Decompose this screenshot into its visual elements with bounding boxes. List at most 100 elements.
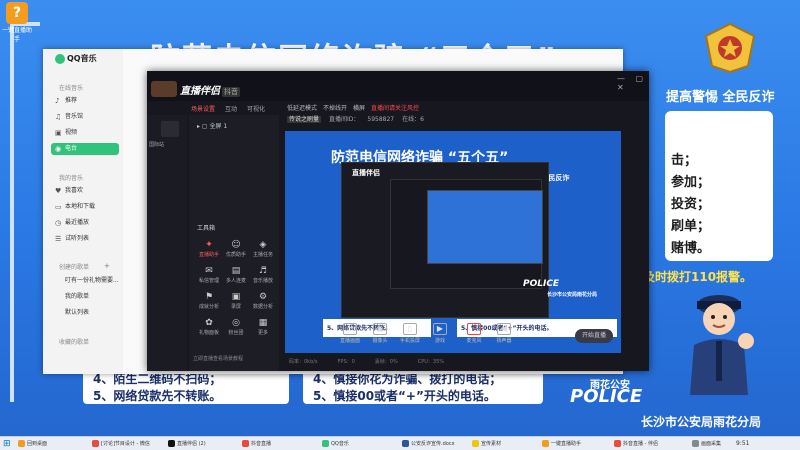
live-toolbar: 低延迟模式 不掉线开 横屏 直播间请关注风控 <box>287 103 425 112</box>
tool-quality-assistant[interactable]: ☺ 优质助手 <box>224 239 248 261</box>
sidebar-item-recommend[interactable]: ♪ 推荐 <box>51 95 119 107</box>
taskbar-item[interactable]: 宣传素材 <box>470 438 536 450</box>
sidebar-item-label: 最近播放 <box>65 219 90 226</box>
taskbar: ⊞ 9:51 回到桌面 [讨论]节目设计 - 微信 直播伴侣 (2) 抖音直播 QQ音乐… <box>0 436 800 450</box>
action-screen[interactable]: ▭ 直播画面 <box>337 323 363 344</box>
playlist-item[interactable]: 叮有一份礼物需要... <box>51 275 119 287</box>
start-live-button[interactable]: 开始直播 <box>575 329 613 343</box>
sidebar-item-label: 试听列表 <box>65 235 90 242</box>
tool-anchor-task[interactable]: ◈ 主播任务 <box>251 239 275 261</box>
app-icon <box>614 440 621 447</box>
room-info: 传说之刷量 直播间ID： 5958827 在线：6 <box>287 114 432 123</box>
speaker-icon: ◀ <box>497 323 511 335</box>
gear-icon: ⚙ <box>258 292 268 302</box>
taskbar-item[interactable]: [讨论]节目设计 - 微信 <box>90 438 162 450</box>
section-mine: 我的音乐 <box>59 175 84 182</box>
taskbar-item[interactable]: 画面采集 <box>690 438 734 450</box>
window-controls[interactable]: — ▢ ✕ <box>617 74 649 92</box>
wallpaper-slogan: 提高警惕 全民反诈 <box>666 90 775 105</box>
smile-icon: ☺ <box>231 240 241 250</box>
video-icon: ▣ <box>55 129 62 137</box>
sidebar-item-video[interactable]: ▣ 视频 <box>51 127 119 139</box>
action-phone-cast[interactable]: ▯ 手机投屏 <box>397 323 423 344</box>
preview-police: POLICE <box>523 279 560 289</box>
sidebar-item-liked[interactable]: ♥ 我喜欢 <box>51 185 119 197</box>
left-tabs: 场景设置 互动 可视化 <box>191 104 275 113</box>
action-label: 直播画面 <box>339 338 360 344</box>
preview-nested-window: 直播伴侣 <box>341 162 549 318</box>
tool-label: 成就分析 <box>198 304 219 310</box>
add-playlist-icon[interactable]: + <box>104 262 110 270</box>
toolbar-keep-online[interactable]: 不掉线开 <box>323 105 347 112</box>
tool-data[interactable]: ⚙ 数据分析 <box>251 291 275 313</box>
playlist-label: 叮有一份礼物需要... <box>65 277 119 284</box>
card-line: 击； <box>671 153 698 168</box>
app-icon <box>242 440 249 447</box>
action-microphone[interactable]: ♪ 麦克风 <box>461 323 487 344</box>
tool-music[interactable]: ♬ 音乐播放 <box>251 265 275 287</box>
sidebar-item-radio[interactable]: ◉ 电台 <box>51 143 119 155</box>
live-brand-badge: 抖音 <box>222 87 240 97</box>
flag-icon: ⚑ <box>204 292 214 302</box>
taskbar-item[interactable]: QQ音乐 <box>320 438 396 450</box>
streamer-avatar[interactable] <box>151 81 177 97</box>
qqmusic-logo-icon <box>55 53 65 64</box>
tool-label: 多人连麦 <box>225 278 246 284</box>
nested-caption: 直播伴侣 <box>352 169 380 177</box>
clock[interactable]: 9:51 <box>736 438 749 450</box>
taskbar-item[interactable]: 回到桌面 <box>16 438 86 450</box>
taskbar-item[interactable]: 公安反诈宣传.docx <box>400 438 466 450</box>
tab-visual[interactable]: 可视化 <box>247 106 265 113</box>
sidebar-item-music-hall[interactable]: ♫ 音乐馆 <box>51 111 119 123</box>
rail-avatar[interactable] <box>161 121 179 137</box>
online-count: 在线：6 <box>402 116 424 123</box>
sidebar-item-label: 我喜欢 <box>65 187 84 194</box>
action-camera[interactable]: ◉ 摄像头 <box>367 323 393 344</box>
tool-record[interactable]: ▣ 录屏 <box>224 291 248 313</box>
tool-label: 录屏 <box>230 304 241 310</box>
sidebar-item-label: 视频 <box>65 129 78 136</box>
taskbar-item[interactable]: 一键直播助手 <box>540 438 608 450</box>
tool-label: 数据分析 <box>252 304 273 310</box>
wallpaper-frame <box>10 22 40 402</box>
sidebar-item-recent[interactable]: ◷ 最近播放 <box>51 217 119 229</box>
qqmusic-sidebar: QQ音乐 在线音乐 ♪ 推荐 ♫ 音乐馆 ▣ 视频 ◉ 电台 我的音乐 ♥ 我喜欢 ▭ 本地… <box>43 49 123 374</box>
taskbar-item-label: 直播伴侣 (2) <box>177 441 206 447</box>
taskbar-item[interactable]: 抖音直播 - 伴侣 <box>612 438 686 450</box>
playlist-item[interactable]: 默认列表 <box>51 307 119 319</box>
sidebar-item-trial[interactable]: ☰ 试听列表 <box>51 233 119 245</box>
scene-tutorial-link[interactable]: 立即直播查看场景教程 <box>193 355 243 362</box>
tab-interact[interactable]: 互动 <box>225 106 237 113</box>
tool-achievement[interactable]: ⚑ 成就分析 <box>197 291 221 313</box>
toolbar-low-latency[interactable]: 低延迟模式 <box>287 105 317 112</box>
sidebar-item-local[interactable]: ▭ 本地和下载 <box>51 201 119 213</box>
scene-item[interactable]: ▸ ▢ 全屏 1 <box>197 121 227 130</box>
desktop-icon-live-helper[interactable]: ? 一键直播助手 <box>2 2 32 43</box>
preview-nested-window-2 <box>390 179 543 289</box>
more-icon: ▦ <box>258 318 268 328</box>
tool-multi-mic[interactable]: ▤ 多人连麦 <box>224 265 248 287</box>
tab-scene[interactable]: 场景设置 <box>191 106 215 113</box>
toolbar-landscape[interactable]: 横屏 <box>353 105 365 112</box>
action-label: 摄像头 <box>372 338 388 344</box>
computer-icon: ▭ <box>55 203 62 211</box>
room-title[interactable]: 传说之刷量 <box>287 116 322 123</box>
microphone-icon: ♪ <box>467 323 481 335</box>
section-favorited: 收藏的歌单 <box>59 339 90 346</box>
start-icon[interactable]: ⊞ <box>3 439 13 449</box>
taskbar-item[interactable]: 抖音直播 <box>240 438 316 450</box>
action-speaker[interactable]: ◀ 扬声器 <box>491 323 517 344</box>
playlist-item[interactable]: 我的歌单 <box>51 291 119 303</box>
tool-more[interactable]: ▦ 更多 <box>251 317 275 339</box>
action-label: 麦克风 <box>466 338 482 344</box>
tool-live-assistant[interactable]: ✦ 直播助手 <box>197 239 221 261</box>
tool-dm[interactable]: ✉ 私信管理 <box>197 265 221 287</box>
room-rail <box>147 115 187 371</box>
music-icon: ♬ <box>258 266 268 276</box>
tool-gift[interactable]: ✿ 礼物面板 <box>197 317 221 339</box>
tool-fans[interactable]: ◎ 粉丝团 <box>224 317 248 339</box>
action-game[interactable]: ▶ 游戏 <box>427 323 453 344</box>
card-line: 赌博。 <box>671 241 711 256</box>
section-online: 在线音乐 <box>59 85 84 92</box>
taskbar-item[interactable]: 直播伴侣 (2) <box>166 438 236 450</box>
